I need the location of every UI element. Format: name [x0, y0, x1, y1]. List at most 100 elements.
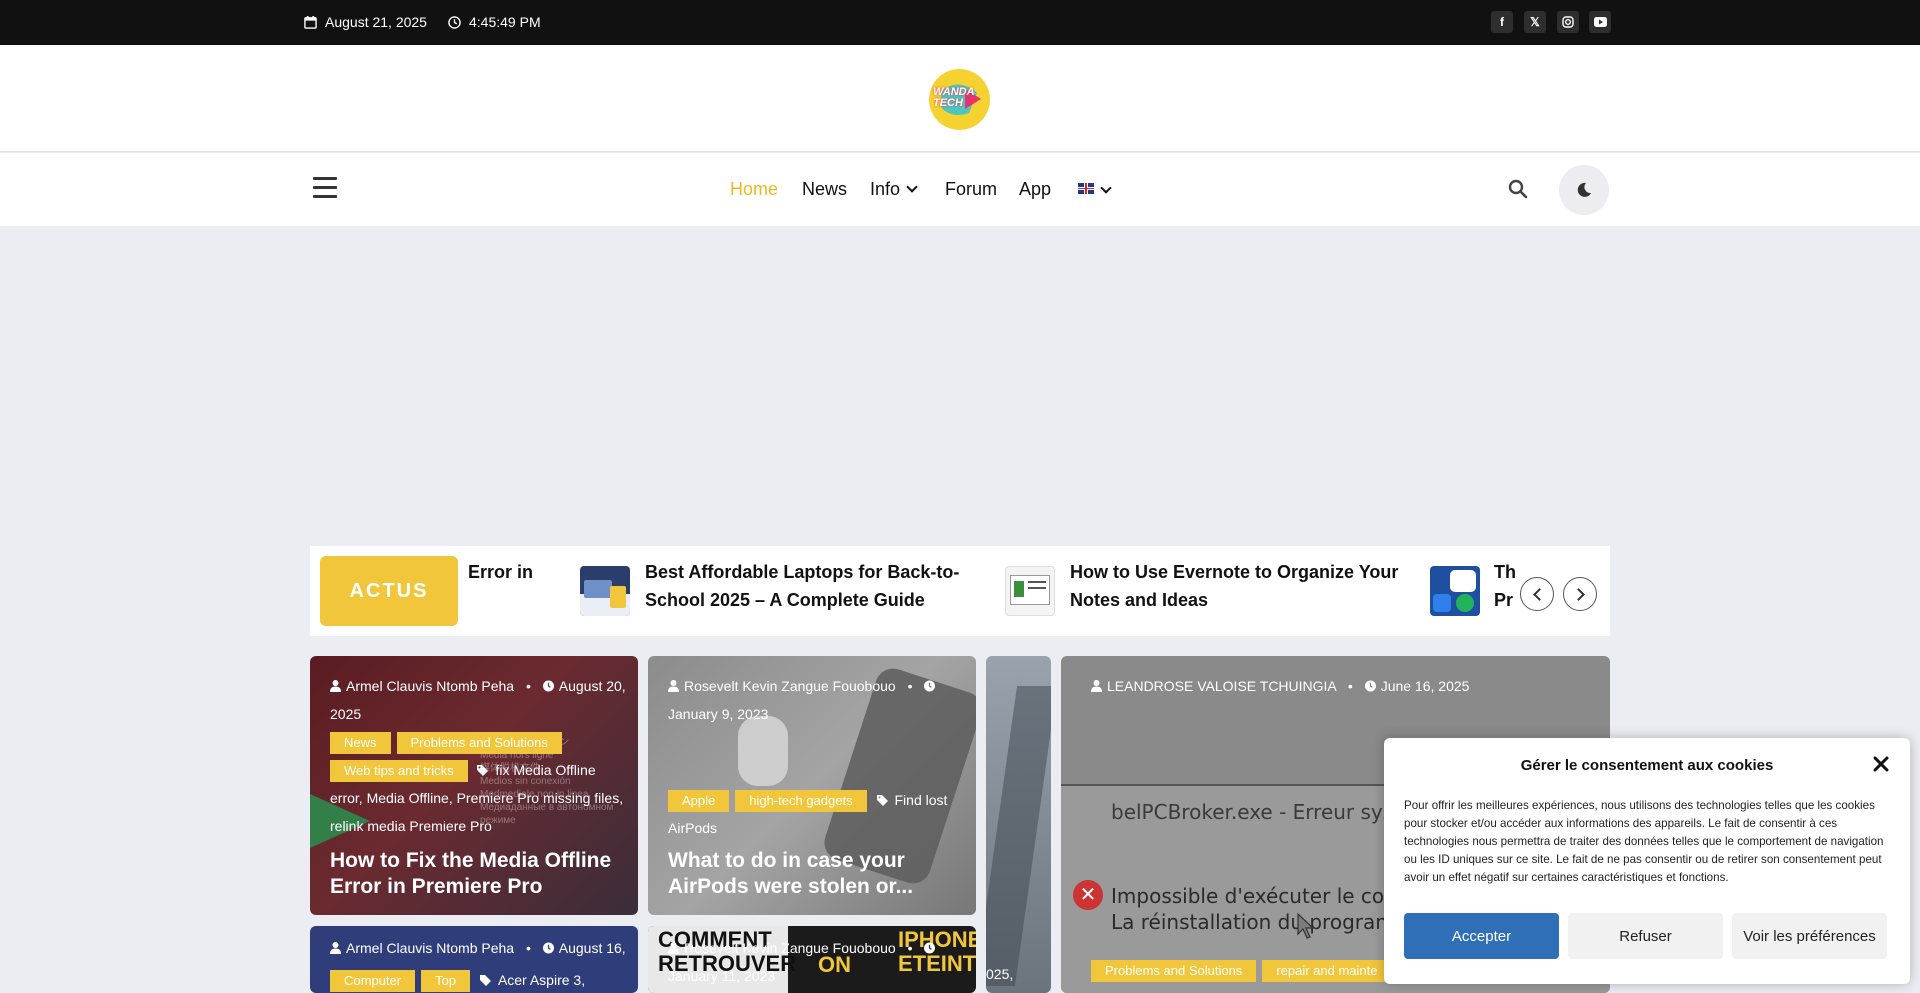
- card-date: January 11, 2023: [668, 968, 776, 984]
- card-date: January 9, 2023: [668, 706, 769, 722]
- card-taxonomy: Apple high-tech gadgets Find lost AirPods: [668, 786, 968, 842]
- clock-icon: [924, 680, 936, 692]
- x-icon[interactable]: 𝕏: [1524, 11, 1546, 33]
- accept-button[interactable]: Accepter: [1404, 913, 1559, 959]
- ticker-item[interactable]: How to Use Evernote to Organize Your Not…: [1070, 558, 1420, 614]
- time-text: 4:45:49 PM: [469, 14, 541, 30]
- category-tag[interactable]: Apple: [668, 790, 730, 812]
- article-card[interactable]: COMMENT RETROUVER ON IPHONE ETEINT Rosevel…: [648, 926, 976, 993]
- card-author[interactable]: Armel Clauvis Ntomb Peha: [346, 678, 514, 694]
- post-tag[interactable]: relink media Premiere Pro: [330, 818, 492, 834]
- news-ticker: ACTUS Error in Best Affordable Laptops f…: [310, 546, 1610, 636]
- clock-icon: [542, 680, 554, 692]
- ticker-thumbnail[interactable]: [1005, 566, 1055, 616]
- article-card-partial[interactable]: 025,: [986, 656, 1051, 993]
- card-author[interactable]: LEANDROSE VALOISE TCHUINGIA: [1107, 678, 1336, 694]
- meta-separator: •: [525, 940, 531, 956]
- date-text: August 21, 2025: [325, 14, 427, 30]
- article-card[interactable]: メディアオフラインMedia hors ligne媒体脱机文件Medios si…: [310, 656, 638, 915]
- tags-icon: [479, 975, 491, 986]
- card-meta: LEANDROSE VALOISE TCHUINGIA • June 16, 2…: [1091, 672, 1591, 700]
- category-tag[interactable]: high-tech gadgets: [735, 790, 867, 812]
- top-bar: August 21, 2025 4:45:49 PM f 𝕏: [0, 0, 1920, 45]
- card-title[interactable]: What to do in case your AirPods were sto…: [668, 848, 963, 900]
- ticker-label: ACTUS: [320, 556, 458, 626]
- article-card[interactable]: Rosevelt Kevin Zangue Fouobouo • January…: [648, 656, 976, 915]
- clock-icon: [542, 942, 554, 954]
- cookie-consent-dialog: Gérer le consentement aux cookies Pour o…: [1384, 738, 1910, 984]
- calendar-icon: [304, 15, 317, 29]
- card-meta: Rosevelt Kevin Zangue Fouobouo • January…: [668, 934, 968, 990]
- tags-icon: [477, 765, 489, 776]
- post-tag[interactable]: Premiere Pro missing files: [457, 790, 620, 806]
- category-tag[interactable]: Web tips and tricks: [330, 760, 468, 782]
- card-taxonomy: News Problems and Solutions Web tips and t…: [330, 728, 630, 840]
- error-icon: ✕: [1073, 880, 1103, 910]
- nav-item-forum[interactable]: Forum: [945, 179, 997, 200]
- nav-item-info[interactable]: Info: [870, 179, 918, 200]
- chevron-down-icon: [906, 181, 918, 193]
- meta-separator: •: [1347, 678, 1353, 694]
- ticker-prev-button[interactable]: [1520, 577, 1554, 611]
- time-display: 4:45:49 PM: [448, 14, 541, 30]
- card-meta: Rosevelt Kevin Zangue Fouobouo • January…: [668, 672, 968, 728]
- nav-item-news[interactable]: News: [802, 179, 847, 200]
- ticker-item[interactable]: Th Pr: [1494, 558, 1524, 614]
- youtube-icon[interactable]: [1589, 11, 1611, 33]
- nav-item-info-label: Info: [870, 179, 901, 199]
- card-author[interactable]: Armel Clauvis Ntomb Peha: [346, 940, 514, 956]
- ticker-thumbnail[interactable]: [1430, 566, 1480, 616]
- meta-separator: •: [525, 678, 531, 694]
- card-author[interactable]: Rosevelt Kevin Zangue Fouobouo: [684, 678, 896, 694]
- site-logo[interactable]: WANDA TECH: [929, 69, 990, 130]
- meta-separator: •: [907, 678, 913, 694]
- card-taxonomy: Computer Top Acer Aspire 3,: [330, 966, 630, 993]
- card-author[interactable]: Rosevelt Kevin Zangue Fouobouo: [684, 940, 896, 956]
- article-card[interactable]: Armel Clauvis Ntomb Peha • August 16, 20…: [310, 926, 638, 993]
- logo-text: WANDA TECH: [933, 86, 975, 109]
- category-tag[interactable]: Problems and Solutions: [1091, 960, 1257, 982]
- ticker-item[interactable]: Error in: [468, 558, 533, 586]
- hamburger-menu-icon[interactable]: [313, 177, 337, 199]
- card-date: 025,: [986, 966, 1014, 982]
- header-logo-area: WANDA TECH: [0, 45, 1920, 152]
- ticker-item[interactable]: Best Affordable Laptops for Back-to-Scho…: [645, 558, 975, 614]
- ticker-next-button[interactable]: [1563, 577, 1597, 611]
- cookie-description: Pour offrir les meilleures expériences, …: [1404, 799, 1884, 884]
- close-icon[interactable]: [1870, 753, 1892, 775]
- user-icon: [330, 942, 341, 954]
- chevron-left-icon: [1532, 587, 1546, 601]
- post-tag[interactable]: Acer Aspire 3,: [498, 972, 585, 988]
- preferences-button[interactable]: Voir les préférences: [1732, 913, 1887, 959]
- dark-mode-toggle[interactable]: [1559, 165, 1609, 215]
- language-chevron-icon[interactable]: [1100, 182, 1112, 194]
- card-meta: Armel Clauvis Ntomb Peha • August 20, 20…: [330, 672, 630, 728]
- tags-icon: [876, 795, 888, 806]
- refuse-button[interactable]: Refuser: [1568, 913, 1723, 959]
- card-title[interactable]: How to Fix the Media Offline Error in Pr…: [330, 848, 625, 900]
- nav-item-app[interactable]: App: [1019, 179, 1051, 200]
- user-icon: [1091, 680, 1102, 692]
- category-tag[interactable]: Top: [421, 970, 471, 992]
- category-tag[interactable]: repair and mainte: [1262, 960, 1392, 982]
- moon-icon: [1577, 182, 1591, 197]
- date-display: August 21, 2025: [304, 14, 427, 30]
- post-tag[interactable]: Media Offline: [367, 790, 449, 806]
- main-navigation: Home News Info Forum App: [0, 153, 1920, 226]
- nav-item-home[interactable]: Home: [730, 179, 778, 200]
- category-tag[interactable]: Computer: [330, 970, 416, 992]
- chevron-right-icon: [1571, 587, 1585, 601]
- ticker-thumbnail[interactable]: [580, 566, 630, 616]
- cookie-title: Gérer le consentement aux cookies: [1520, 757, 1774, 774]
- facebook-icon[interactable]: f: [1491, 11, 1513, 33]
- category-tag[interactable]: Problems and Solutions: [396, 732, 562, 754]
- user-icon: [668, 942, 679, 954]
- clock-icon: [924, 942, 936, 954]
- instagram-icon[interactable]: [1557, 11, 1579, 33]
- mouse-cursor-icon: [1297, 912, 1315, 939]
- card-date: June 16, 2025: [1380, 678, 1470, 694]
- uk-flag-icon[interactable]: [1078, 183, 1094, 194]
- search-icon[interactable]: [1508, 179, 1528, 199]
- category-tag[interactable]: News: [330, 732, 391, 754]
- user-icon: [330, 680, 341, 692]
